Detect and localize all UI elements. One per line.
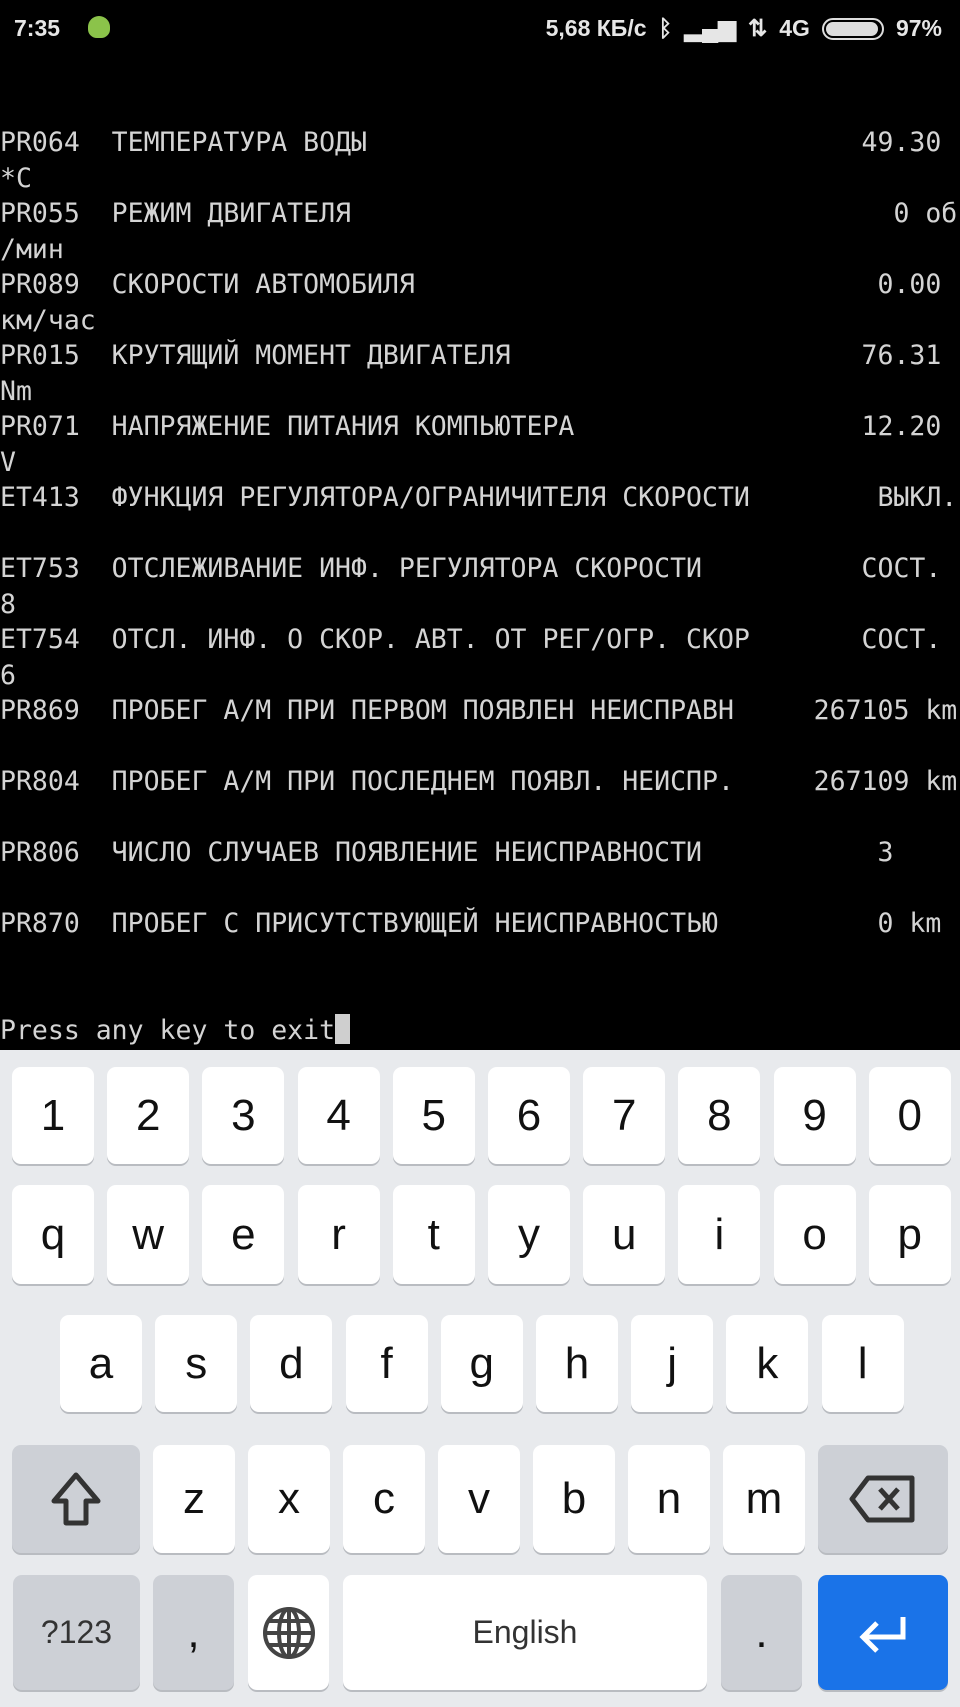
period-key[interactable]: .: [721, 1575, 802, 1690]
key-k[interactable]: k: [726, 1315, 809, 1412]
keyboard: 1 2 3 4 5 6 7 8 9 0 q w e r t y u i o p a s d f g h j k l z x c v b n m ?123…: [0, 1050, 960, 1707]
key-j[interactable]: j: [631, 1315, 714, 1412]
key-c[interactable]: c: [343, 1445, 425, 1553]
backspace-key[interactable]: [818, 1445, 948, 1553]
key-0[interactable]: 0: [868, 1067, 951, 1164]
key-r[interactable]: r: [297, 1185, 380, 1284]
key-x[interactable]: x: [248, 1445, 330, 1553]
clock: 7:35: [14, 15, 61, 41]
terminal-line: *C: [0, 162, 32, 194]
network-type: 4G: [779, 15, 810, 41]
terminal-line: км/час: [0, 304, 96, 336]
key-t[interactable]: t: [392, 1185, 475, 1284]
key-d[interactable]: d: [250, 1315, 333, 1412]
key-m[interactable]: m: [723, 1445, 805, 1553]
terminal-line: ET413 ФУНКЦИЯ РЕГУЛЯТОРА/ОГРАНИЧИТЕЛЯ СК…: [0, 482, 958, 513]
key-7[interactable]: 7: [583, 1067, 666, 1164]
key-y[interactable]: y: [488, 1185, 570, 1284]
language-key[interactable]: [248, 1575, 329, 1690]
signal-icon: ▂▄▆: [684, 15, 736, 41]
key-q[interactable]: q: [12, 1185, 94, 1284]
key-v[interactable]: v: [438, 1445, 520, 1553]
network-speed: 5,68 КБ/с: [545, 15, 647, 41]
key-f[interactable]: f: [345, 1315, 428, 1412]
terminal-line: ET753 ОТСЛЕЖИВАНИЕ ИНФ. РЕГУЛЯТОРА СКОРО…: [0, 553, 942, 584]
prompt-text: Press any key to exit: [0, 1014, 336, 1046]
terminal-output[interactable]: PR064 ТЕМПЕРАТУРА ВОДЫ 49.30 *C PR055 РЕЖИ…: [0, 125, 960, 1048]
terminal-line: PR804 ПРОБЕГ А/М ПРИ ПОСЛЕДНЕМ ПОЯВЛ. НЕ…: [0, 766, 958, 797]
key-e[interactable]: e: [202, 1185, 285, 1284]
terminal-line: /мин: [0, 233, 64, 265]
key-2[interactable]: 2: [107, 1067, 190, 1164]
terminal-line: PR064 ТЕМПЕРАТУРА ВОДЫ 49.30: [0, 127, 942, 158]
key-1[interactable]: 1: [12, 1067, 94, 1164]
key-o[interactable]: o: [773, 1185, 856, 1284]
terminal-line: PR870 ПРОБЕГ С ПРИСУТСТВУЮЩЕЙ НЕИСПРАВНО…: [0, 908, 942, 939]
comma-key[interactable]: ,: [153, 1575, 234, 1690]
key-9[interactable]: 9: [773, 1067, 856, 1164]
key-w[interactable]: w: [107, 1185, 190, 1284]
key-n[interactable]: n: [628, 1445, 710, 1553]
key-s[interactable]: s: [155, 1315, 238, 1412]
terminal-line: Nm: [0, 375, 32, 407]
app-notification-icon: [88, 16, 110, 38]
globe-icon: [262, 1606, 315, 1659]
bluetooth-icon: ᛒ: [658, 15, 673, 41]
cursor: [335, 1013, 351, 1044]
enter-key[interactable]: [818, 1575, 948, 1690]
key-8[interactable]: 8: [678, 1067, 761, 1164]
key-5[interactable]: 5: [392, 1067, 475, 1164]
key-a[interactable]: a: [60, 1315, 142, 1412]
terminal-line: PR089 СКОРОСТИ АВТОМОБИЛЯ 0.00: [0, 269, 942, 300]
terminal-line: V: [0, 446, 16, 478]
battery-percent: 97%: [895, 15, 942, 41]
key-z[interactable]: z: [153, 1445, 235, 1553]
key-6[interactable]: 6: [488, 1067, 570, 1164]
status-bar: 7:35 5,68 КБ/с ᛒ ▂▄▆ ⇅ 4G 97%: [0, 0, 960, 56]
space-key[interactable]: English: [343, 1575, 707, 1690]
backspace-icon: [849, 1475, 915, 1523]
key-l[interactable]: l: [821, 1315, 904, 1412]
key-b[interactable]: b: [533, 1445, 615, 1553]
key-3[interactable]: 3: [202, 1067, 285, 1164]
key-p[interactable]: p: [868, 1185, 951, 1284]
key-g[interactable]: g: [440, 1315, 523, 1412]
terminal-line: ET754 ОТСЛ. ИНФ. О СКОР. АВТ. ОТ РЕГ/ОГР…: [0, 624, 942, 655]
key-i[interactable]: i: [678, 1185, 761, 1284]
key-u[interactable]: u: [583, 1185, 666, 1284]
terminal-line: PR071 НАПРЯЖЕНИЕ ПИТАНИЯ КОМПЬЮТЕРА 12.2…: [0, 411, 942, 442]
terminal-line: 8: [0, 588, 16, 620]
battery-icon: [821, 17, 884, 40]
enter-icon: [859, 1616, 906, 1653]
key-4[interactable]: 4: [297, 1067, 380, 1164]
terminal-prompt: Press any key to exit: [0, 1013, 960, 1049]
terminal-line: PR806 ЧИСЛО СЛУЧАЕВ ПОЯВЛЕНИЕ НЕИСПРАВНО…: [0, 837, 894, 868]
shift-key[interactable]: [12, 1445, 140, 1553]
key-h[interactable]: h: [536, 1315, 618, 1412]
terminal-line: 6: [0, 659, 16, 691]
symbols-key[interactable]: ?123: [13, 1575, 140, 1690]
terminal-line: PR015 КРУТЯЩИЙ МОМЕНТ ДВИГАТЕЛЯ 76.31: [0, 340, 942, 371]
terminal-line: PR055 РЕЖИМ ДВИГАТЕЛЯ 0 об: [0, 198, 958, 229]
terminal-line: PR869 ПРОБЕГ А/М ПРИ ПЕРВОМ ПОЯВЛЕН НЕИС…: [0, 695, 958, 726]
shift-icon: [51, 1472, 101, 1526]
data-transfer-icon: ⇅: [747, 15, 768, 41]
